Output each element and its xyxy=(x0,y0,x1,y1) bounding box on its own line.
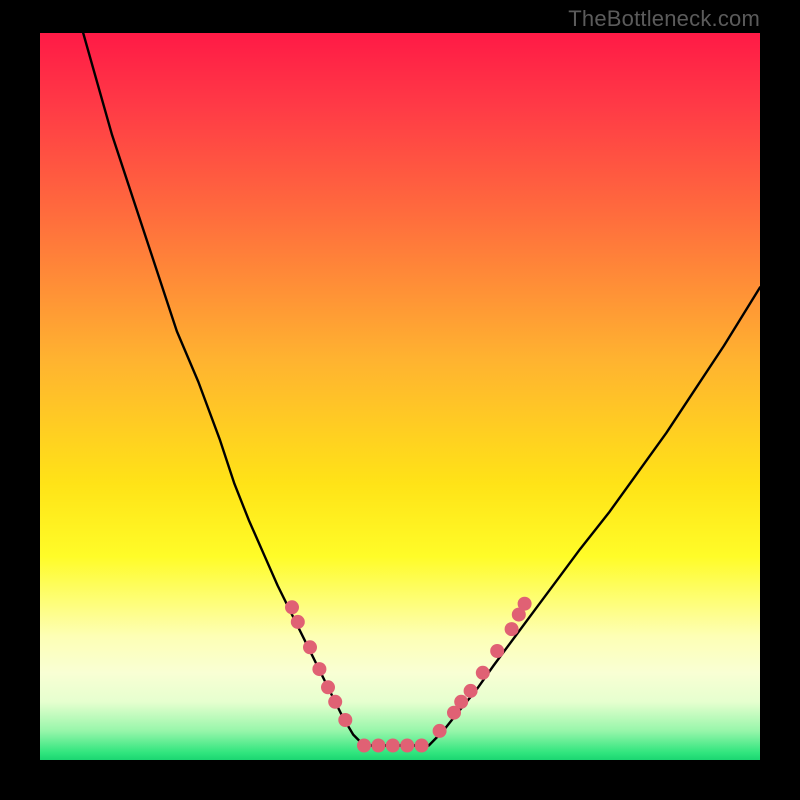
data-marker xyxy=(476,666,490,680)
data-marker xyxy=(291,615,305,629)
data-marker xyxy=(386,739,400,753)
data-marker xyxy=(285,600,299,614)
data-marker xyxy=(312,662,326,676)
data-marker xyxy=(328,695,342,709)
bottleneck-curve xyxy=(83,33,760,746)
data-marker xyxy=(321,680,335,694)
data-markers xyxy=(285,597,532,753)
data-marker xyxy=(415,739,429,753)
data-marker xyxy=(505,622,519,636)
data-marker xyxy=(303,640,317,654)
data-marker xyxy=(371,739,385,753)
plot-area xyxy=(40,33,760,760)
chart-frame: TheBottleneck.com xyxy=(0,0,800,800)
data-marker xyxy=(490,644,504,658)
curve-overlay xyxy=(40,33,760,760)
attribution-text: TheBottleneck.com xyxy=(568,6,760,32)
data-marker xyxy=(454,695,468,709)
data-marker xyxy=(400,739,414,753)
data-marker xyxy=(518,597,532,611)
data-marker xyxy=(464,684,478,698)
data-marker xyxy=(357,739,371,753)
data-marker xyxy=(338,713,352,727)
data-marker xyxy=(433,724,447,738)
